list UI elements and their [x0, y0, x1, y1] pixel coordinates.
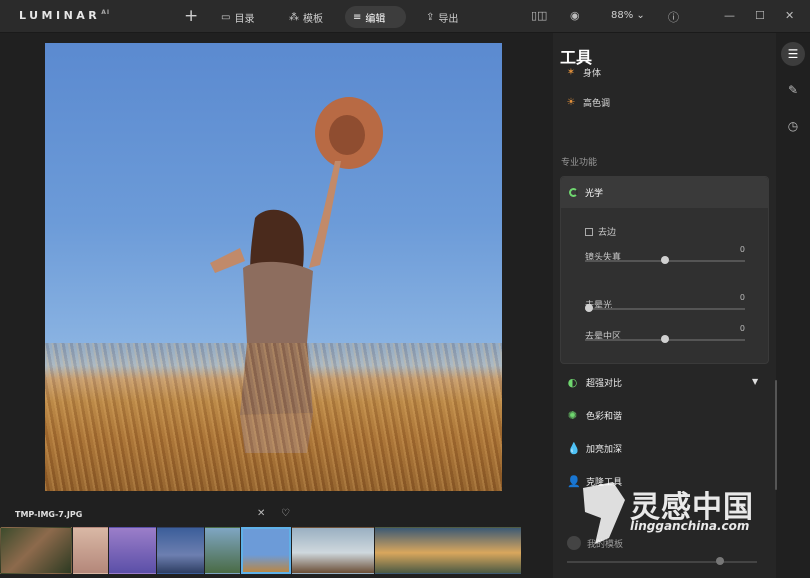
thumbnail[interactable] [292, 527, 374, 574]
maximize-icon[interactable]: ☐ [755, 9, 765, 22]
sun-icon: ☀ [566, 97, 576, 108]
favorite-icon[interactable]: ♡ [281, 508, 290, 519]
catalog-button[interactable]: ▭ 目录 [213, 6, 262, 28]
slider-knob[interactable] [661, 335, 669, 343]
pro-section-heading: 专业功能 [561, 158, 598, 168]
luminar-window: LUMINARAI + ▭ 目录 ⁂ 模板 ≡ 编辑 ⇪ 导出 ▯◫ ◉ 88%… [0, 0, 810, 578]
folder-icon: ▭ [221, 11, 231, 23]
tool-label: 超强对比 [586, 379, 623, 389]
chevron-down-icon: ⌄ [636, 10, 645, 21]
tool-super-contrast[interactable]: ◐ 超强对比 [567, 376, 622, 389]
wheat-field [45, 343, 502, 491]
watermark-text-en: lingganchina.com [630, 519, 750, 533]
filename-label: TMP-IMG-7.JPG [15, 510, 83, 519]
add-photos-button[interactable]: + [184, 6, 198, 26]
share-icon: ⇪ [426, 11, 435, 23]
history-clock-icon[interactable]: ◷ [781, 114, 805, 138]
top-toolbar: LUMINARAI + ▭ 目录 ⁂ 模板 ≡ 编辑 ⇪ 导出 ▯◫ ◉ 88%… [0, 0, 810, 33]
edit-label: 编辑 [365, 13, 386, 25]
tool-high-key[interactable]: ☀ 高色调 [565, 96, 611, 109]
tool-label: 加亮加深 [586, 445, 623, 455]
templates-button[interactable]: ⁂ 模板 [281, 6, 331, 28]
tool-dodge-burn[interactable]: 💧 加亮加深 [567, 442, 622, 455]
tool-color-harmony[interactable]: ✺ 色彩和谐 [567, 409, 622, 422]
tool-body-label: 身体 [583, 69, 602, 79]
slider-knob[interactable] [661, 256, 669, 264]
slider-value: 0 [739, 245, 745, 254]
thumbnail[interactable] [0, 527, 72, 574]
minimize-icon[interactable]: — [724, 9, 735, 22]
catalog-label: 目录 [234, 13, 255, 25]
compare-icon[interactable]: ▯◫ [531, 9, 547, 22]
thumbnail[interactable] [375, 527, 521, 574]
thumbnail[interactable] [205, 527, 240, 574]
lens-distortion-slider[interactable]: 镜头失真 0 [585, 245, 745, 264]
panel-scrollbar[interactable] [775, 380, 777, 490]
checkbox-box[interactable] [585, 227, 593, 236]
defringe-checkbox[interactable]: 去边 [585, 225, 616, 238]
optics-title: 光学 [585, 189, 604, 199]
panel-title: 工具 [560, 48, 593, 67]
image-canvas[interactable] [45, 43, 502, 491]
tools-sliders-icon[interactable]: ☰ [781, 42, 805, 66]
defringe-label: 去边 [598, 228, 617, 238]
devignette-midpoint-slider[interactable]: 去晕中区 0 [585, 324, 745, 343]
amount-slider-knob[interactable] [716, 557, 724, 565]
slider-value: 0 [739, 324, 745, 333]
slider-value: 0 [739, 293, 745, 302]
magic-wand-icon: ⁂ [289, 11, 299, 23]
tool-label: 色彩和谐 [586, 412, 623, 422]
tool-high-key-label: 高色调 [583, 99, 611, 109]
dropdown-arrow-icon[interactable]: ▼ [752, 377, 758, 386]
export-label: 导出 [438, 13, 459, 25]
amount-slider-track[interactable] [567, 561, 757, 563]
filmstrip [0, 527, 521, 574]
reject-icon[interactable]: ✕ [257, 508, 265, 519]
drop-icon: 💧 [567, 442, 581, 455]
templates-label: 模板 [303, 13, 323, 25]
zoom-dropdown[interactable]: 88% ⌄ [611, 10, 645, 21]
thumbnail[interactable] [73, 527, 108, 574]
app-logo: LUMINARAI [19, 9, 111, 22]
eye-icon[interactable]: ◉ [570, 9, 580, 22]
body-icon: ✶ [566, 67, 576, 78]
sliders-icon: ≡ [353, 11, 362, 23]
devignette-slider[interactable]: 去晕光 0 [585, 293, 745, 312]
optics-icon [569, 188, 578, 197]
thumbnail[interactable] [109, 527, 156, 574]
export-button[interactable]: ⇪ 导出 [418, 6, 466, 28]
close-icon[interactable]: ✕ [785, 9, 794, 22]
tool-body[interactable]: ✶ 身体 [565, 66, 601, 79]
thumbnail[interactable] [157, 527, 204, 574]
thumbnail-selected[interactable] [241, 527, 291, 574]
optics-header[interactable]: 光学 [561, 177, 768, 208]
edit-button[interactable]: ≡ 编辑 [345, 6, 406, 28]
brush-icon[interactable]: ✎ [781, 78, 805, 102]
optics-tool-card: 光学 去边 镜头失真 0 去晕光 0 去晕中区 0 [560, 176, 769, 364]
help-icon[interactable]: ⓘ [668, 9, 679, 25]
contrast-icon: ◐ [567, 376, 578, 389]
slider-track[interactable] [585, 308, 745, 310]
slider-knob[interactable] [585, 304, 593, 312]
gear-flower-icon: ✺ [567, 409, 578, 422]
